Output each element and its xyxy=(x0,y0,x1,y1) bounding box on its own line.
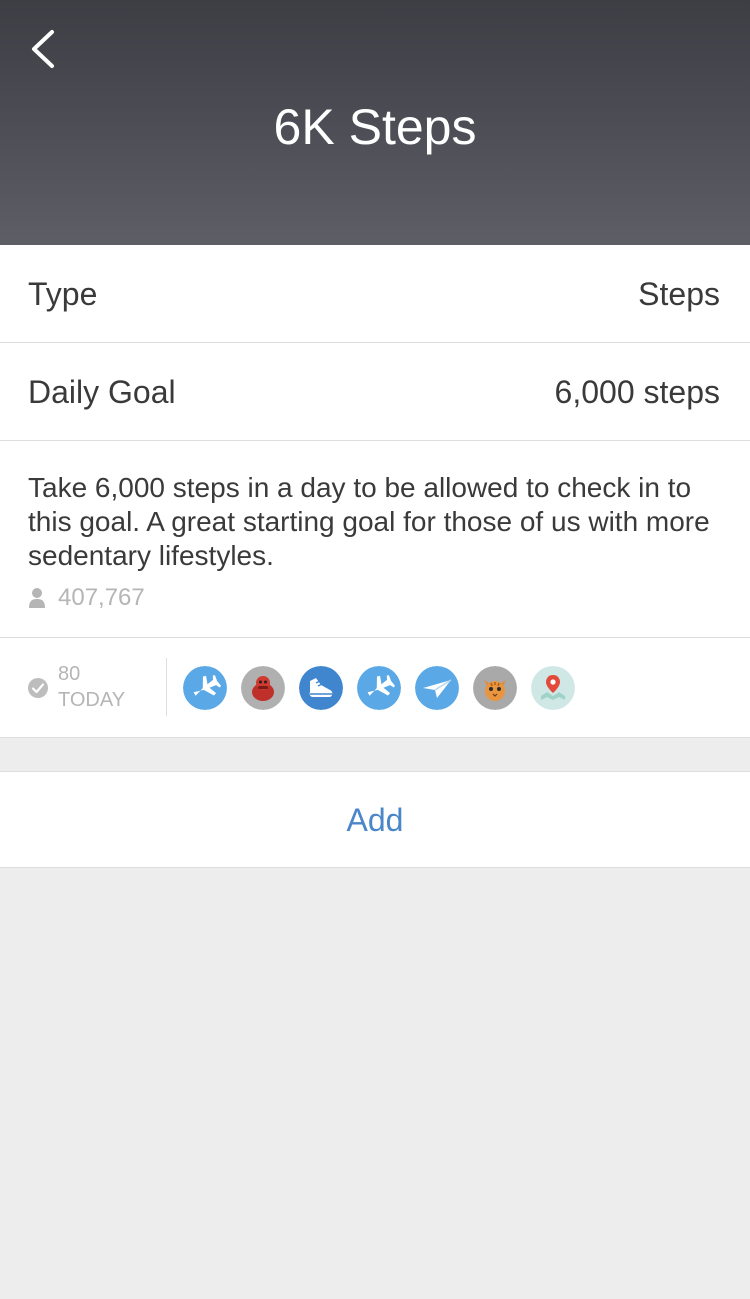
add-label: Add xyxy=(346,802,404,838)
today-checkins: 80 TODAY xyxy=(28,662,158,716)
red-toy-avatar[interactable] xyxy=(241,666,285,710)
back-button[interactable] xyxy=(22,22,72,76)
airplane-avatar[interactable] xyxy=(183,666,227,710)
member-count-value: 407,767 xyxy=(58,584,145,611)
page-title: 6K Steps xyxy=(273,99,477,155)
goal-description: Take 6,000 steps in a day to be allowed … xyxy=(28,472,710,571)
daily-goal-value: 6,000 steps xyxy=(554,374,720,410)
type-row: Type Steps xyxy=(0,245,750,343)
map-pin-avatar[interactable] xyxy=(531,666,575,710)
checkins-row: 80 TODAY xyxy=(0,638,750,738)
today-label: TODAY xyxy=(58,689,126,711)
sneaker-avatar[interactable] xyxy=(299,666,343,710)
cat-avatar[interactable] xyxy=(473,666,517,710)
description-row: Take 6,000 steps in a day to be allowed … xyxy=(0,441,750,638)
type-value: Steps xyxy=(638,276,720,312)
person-icon xyxy=(29,588,45,608)
checkmark-circle-icon xyxy=(28,678,48,698)
add-button[interactable]: Add xyxy=(0,771,750,868)
airplane-avatar[interactable] xyxy=(357,666,401,710)
header: 6K Steps xyxy=(0,0,750,245)
member-count: 407,767 xyxy=(28,583,145,613)
checkin-avatars xyxy=(183,666,575,710)
divider xyxy=(166,658,167,716)
type-label: Type xyxy=(28,276,98,312)
today-count: 80 xyxy=(58,663,81,685)
daily-goal-row: Daily Goal 6,000 steps xyxy=(0,343,750,441)
daily-goal-label: Daily Goal xyxy=(28,374,176,410)
paper-plane-avatar[interactable] xyxy=(415,666,459,710)
goal-detail-screen: 6K Steps Type Steps Daily Goal 6,000 ste… xyxy=(0,0,750,1299)
chevron-left-icon xyxy=(22,22,72,76)
